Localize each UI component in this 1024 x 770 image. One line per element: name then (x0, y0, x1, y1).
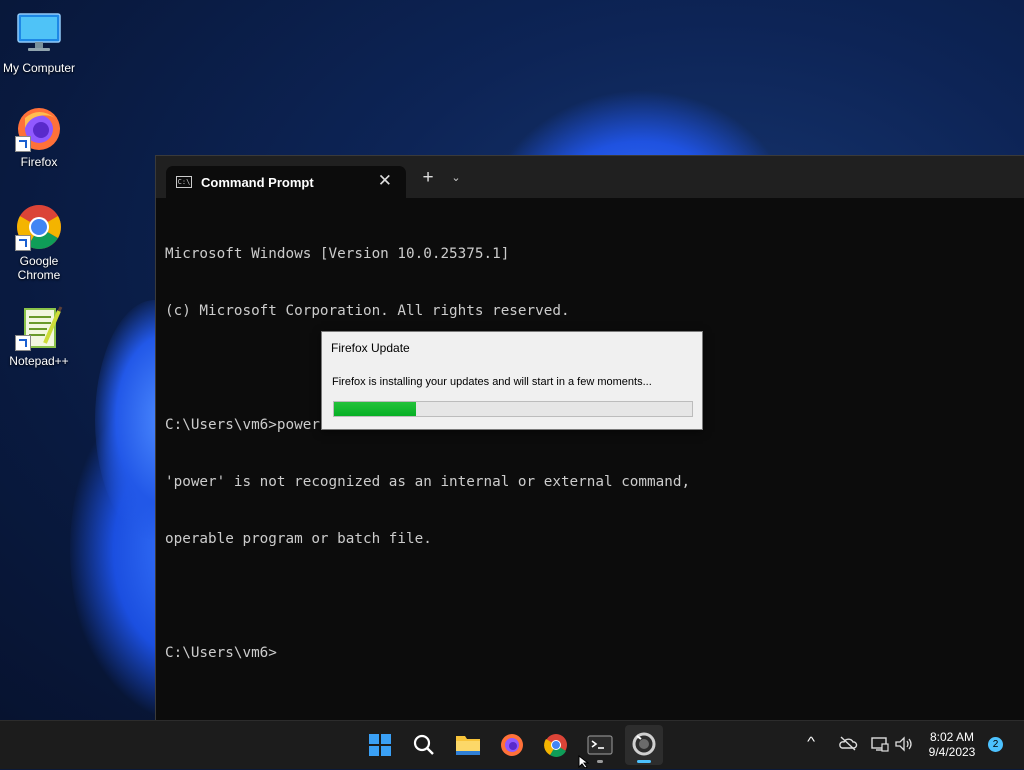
dialog-message: Firefox is installing your updates and w… (332, 376, 652, 388)
shortcut-arrow-icon (15, 136, 31, 152)
clock-time: 8:02 AM (929, 730, 975, 744)
dialog-title: Firefox Update (331, 341, 410, 355)
tab-command-prompt[interactable]: C:\ Command Prompt ✕ (166, 166, 406, 198)
desktop-icon-firefox[interactable]: Firefox (0, 104, 78, 169)
firefox-update-icon (632, 732, 656, 756)
firefox-taskbar-button[interactable] (493, 725, 531, 765)
volume-icon[interactable] (894, 735, 914, 756)
notepad-plus-plus-icon (15, 303, 63, 351)
onedrive-icon[interactable] (838, 735, 858, 754)
search-button[interactable] (405, 725, 443, 765)
desktop-icon-label: Google Chrome (17, 254, 61, 282)
notification-badge[interactable]: 2 (988, 737, 1003, 752)
chrome-taskbar-button[interactable] (537, 725, 575, 765)
active-indicator (637, 760, 651, 763)
desktop-icon-google-chrome[interactable]: Google Chrome (0, 203, 78, 282)
desktop-icon-label: Notepad++ (9, 354, 69, 368)
shortcut-arrow-icon (15, 335, 31, 351)
desktop-icon-notepad-plus-plus[interactable]: Notepad++ (0, 303, 78, 368)
console-output[interactable]: Microsoft Windows [Version 10.0.25375.1]… (165, 207, 1015, 701)
update-progress-bar (333, 401, 693, 417)
chrome-icon (15, 203, 63, 251)
new-tab-button[interactable]: + (418, 168, 438, 188)
taskbar: ^ 8:02 AM 9/4/2023 2 (0, 720, 1024, 769)
running-indicator (597, 760, 603, 763)
desktop-icon-label: My Computer (2, 61, 76, 75)
console-line: Microsoft Windows [Version 10.0.25375.1] (165, 246, 510, 262)
terminal-window[interactable]: C:\ Command Prompt ✕ + ⌄ Microsoft Windo… (155, 155, 1024, 720)
desktop: My Computer Firefox Google Chrome Notepa… (0, 0, 1024, 720)
console-line: 'power' is not recognized as an internal… (165, 474, 691, 490)
progress-fill (334, 402, 417, 416)
firefox-icon (501, 734, 523, 756)
desktop-icon-label: Firefox (20, 155, 58, 169)
shortcut-arrow-icon (15, 235, 31, 251)
firefox-icon (15, 104, 63, 152)
firefox-update-dialog[interactable]: Firefox Update Firefox is installing you… (321, 331, 703, 430)
tab-dropdown-button[interactable]: ⌄ (448, 168, 464, 188)
desktop-icon-my-computer[interactable]: My Computer (0, 10, 78, 75)
firefox-update-taskbar-button[interactable] (625, 725, 663, 765)
show-hidden-icons-button[interactable]: ^ (807, 734, 815, 749)
network-icon[interactable] (870, 735, 890, 756)
tab-title: Command Prompt (201, 175, 314, 190)
monitor-icon (15, 10, 63, 58)
clock-date: 9/4/2023 (928, 745, 976, 759)
folder-icon (456, 736, 480, 755)
search-icon (413, 734, 434, 755)
tab-bar: C:\ Command Prompt ✕ + ⌄ (156, 156, 1024, 198)
console-line: (c) Microsoft Corporation. All rights re… (165, 303, 570, 319)
chrome-icon (544, 734, 567, 757)
cmd-icon: C:\ (176, 176, 192, 188)
console-prompt[interactable]: C:\Users\vm6> (165, 644, 1015, 663)
file-explorer-button[interactable] (449, 725, 487, 765)
mouse-cursor-icon (578, 755, 590, 768)
start-button[interactable] (361, 725, 399, 765)
console-line: operable program or batch file. (165, 531, 432, 547)
close-tab-button[interactable]: ✕ (378, 171, 392, 191)
clock[interactable]: 8:02 AM 9/4/2023 (924, 730, 980, 760)
windows-logo-icon (369, 734, 391, 756)
